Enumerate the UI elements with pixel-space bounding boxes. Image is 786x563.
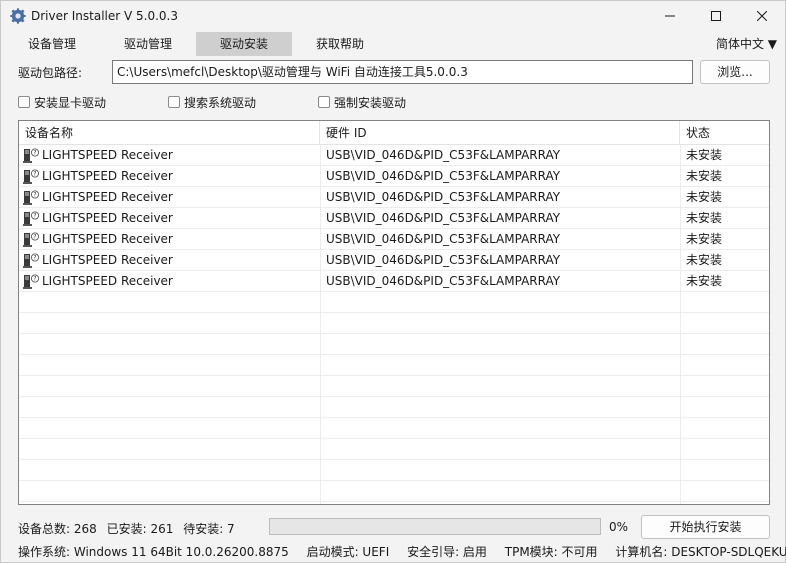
svg-text:?: ? [33, 150, 36, 157]
status-cell: 未安装 [686, 232, 723, 246]
empty-row [19, 376, 769, 397]
tab-device-manager[interactable]: 设备管理 [4, 32, 100, 56]
system-info: 操作系统: Windows 11 64Bit 10.0.26200.8875 启… [18, 543, 786, 560]
device-name-cell: LIGHTSPEED Receiver [42, 190, 173, 204]
installed-count: 已安装: 261 [106, 522, 174, 536]
menu-bar: 设备管理 驱动管理 驱动安装 获取帮助 简体中文 ▼ [1, 32, 785, 56]
close-button[interactable] [739, 1, 785, 31]
status-cell: 未安装 [686, 274, 723, 288]
language-dropdown[interactable]: 简体中文 ▼ [716, 32, 777, 56]
gear-icon [10, 8, 26, 24]
title-bar: Driver Installer V 5.0.0.3 [1, 1, 785, 31]
maximize-button[interactable] [693, 1, 739, 31]
minimize-button[interactable] [647, 1, 693, 31]
maximize-icon [711, 11, 721, 21]
status-cell: 未安装 [686, 148, 723, 162]
hardware-id-cell: USB\VID_046D&PID_C53F&LAMPARRAY [326, 148, 561, 162]
tab-driver-install[interactable]: 驱动安装 [196, 32, 292, 56]
table-row[interactable]: ? LIGHTSPEED Receiver USB\VID_046D&PID_C53… [19, 229, 769, 250]
checkbox-box[interactable] [318, 96, 330, 108]
unknown-device-icon: ? [23, 169, 39, 184]
tab-get-help[interactable]: 获取帮助 [292, 32, 388, 56]
secure-boot: 安全引导: 启用 [407, 545, 487, 559]
hardware-id-cell: USB\VID_046D&PID_C53F&LAMPARRAY [326, 232, 561, 246]
install-progress-bar [269, 518, 601, 535]
unknown-device-icon: ? [23, 211, 39, 226]
empty-row [19, 334, 769, 355]
tpm-module: TPM模块: 不可用 [504, 545, 598, 559]
device-name-cell: LIGHTSPEED Receiver [42, 211, 173, 225]
empty-row [19, 439, 769, 460]
hardware-id-cell: USB\VID_046D&PID_C53F&LAMPARRAY [326, 211, 561, 225]
empty-row [19, 481, 769, 502]
total-count: 设备总数: 268 [18, 522, 97, 536]
svg-text:?: ? [33, 276, 36, 283]
hardware-id-cell: USB\VID_046D&PID_C53F&LAMPARRAY [326, 253, 561, 267]
unknown-device-icon: ? [23, 253, 39, 268]
svg-text:?: ? [33, 213, 36, 220]
driver-path-input[interactable]: C:\Users\mefcl\Desktop\驱动管理与 WiFi 自动连接工具… [112, 60, 693, 84]
checkbox-label: 搜索系统驱动 [184, 95, 257, 110]
empty-row [19, 292, 769, 313]
unknown-device-icon: ? [23, 232, 39, 247]
close-icon [757, 11, 767, 21]
app-window: Driver Installer V 5.0.0.3 设备管理 驱动管理 驱动安… [0, 0, 786, 563]
device-name-cell: LIGHTSPEED Receiver [42, 232, 173, 246]
force-install-checkbox[interactable]: 强制安装驱动 [318, 94, 406, 110]
search-system-driver-checkbox[interactable]: 搜索系统驱动 [168, 94, 256, 110]
table-row[interactable]: ? LIGHTSPEED Receiver USB\VID_046D&PID_C53… [19, 250, 769, 271]
unknown-device-icon: ? [23, 148, 39, 163]
empty-row [19, 397, 769, 418]
status-cell: 未安装 [686, 169, 723, 183]
column-header-status[interactable]: 状态 [680, 121, 769, 145]
driver-path-label: 驱动包路径: [18, 66, 83, 80]
table-row[interactable]: ? LIGHTSPEED Receiver USB\VID_046D&PID_C53… [19, 145, 769, 166]
pending-count: 待安装: 7 [183, 522, 235, 536]
empty-row [19, 418, 769, 439]
install-gpu-driver-checkbox[interactable]: 安装显卡驱动 [18, 94, 106, 110]
unknown-device-icon: ? [23, 274, 39, 289]
empty-row [19, 355, 769, 376]
device-name-cell: LIGHTSPEED Receiver [42, 253, 173, 267]
hardware-id-cell: USB\VID_046D&PID_C53F&LAMPARRAY [326, 274, 561, 288]
table-row[interactable]: ? LIGHTSPEED Receiver USB\VID_046D&PID_C53… [19, 208, 769, 229]
table-row[interactable]: ? LIGHTSPEED Receiver USB\VID_046D&PID_C53… [19, 187, 769, 208]
browse-button[interactable]: 浏览... [700, 60, 770, 84]
column-header-device-name[interactable]: 设备名称 [19, 121, 320, 145]
table-header: 设备名称 硬件 ID 状态 [19, 121, 769, 145]
device-name-cell: LIGHTSPEED Receiver [42, 148, 173, 162]
hardware-id-cell: USB\VID_046D&PID_C53F&LAMPARRAY [326, 169, 561, 183]
checkbox-label: 安装显卡驱动 [34, 95, 107, 110]
empty-row [19, 460, 769, 481]
column-header-hardware-id[interactable]: 硬件 ID [320, 121, 680, 145]
checkbox-box[interactable] [168, 96, 180, 108]
status-cell: 未安装 [686, 253, 723, 267]
os-info: 操作系统: Windows 11 64Bit 10.0.26200.8875 [18, 545, 289, 559]
status-cell: 未安装 [686, 211, 723, 225]
checkbox-label: 强制安装驱动 [334, 95, 407, 110]
svg-text:?: ? [33, 171, 36, 178]
hardware-id-cell: USB\VID_046D&PID_C53F&LAMPARRAY [326, 190, 561, 204]
device-name-cell: LIGHTSPEED Receiver [42, 274, 173, 288]
svg-text:?: ? [33, 192, 36, 199]
computer-name: 计算机名: DESKTOP-SDLQEKU [615, 545, 786, 559]
table-row[interactable]: ? LIGHTSPEED Receiver USB\VID_046D&PID_C53… [19, 166, 769, 187]
svg-text:?: ? [33, 255, 36, 262]
table-row[interactable]: ? LIGHTSPEED Receiver USB\VID_046D&PID_C53… [19, 271, 769, 292]
empty-row [19, 313, 769, 334]
device-name-cell: LIGHTSPEED Receiver [42, 169, 173, 183]
boot-mode: 启动模式: UEFI [306, 545, 390, 559]
status-cell: 未安装 [686, 190, 723, 204]
device-table[interactable]: 设备名称 硬件 ID 状态 ? LIGHTSPEED Receiver USB\VI… [18, 120, 770, 505]
svg-text:?: ? [33, 234, 36, 241]
progress-percent: 0% [609, 520, 629, 534]
window-title: Driver Installer V 5.0.0.3 [31, 9, 178, 23]
minimize-icon [665, 15, 675, 17]
checkbox-box[interactable] [18, 96, 30, 108]
tab-driver-manager[interactable]: 驱动管理 [100, 32, 196, 56]
start-install-button[interactable]: 开始执行安装 [641, 515, 770, 539]
unknown-device-icon: ? [23, 190, 39, 205]
device-stats: 设备总数: 268 已安装: 261 待安装: 7 [18, 520, 241, 537]
table-body: ? LIGHTSPEED Receiver USB\VID_046D&PID_C53… [19, 145, 769, 502]
